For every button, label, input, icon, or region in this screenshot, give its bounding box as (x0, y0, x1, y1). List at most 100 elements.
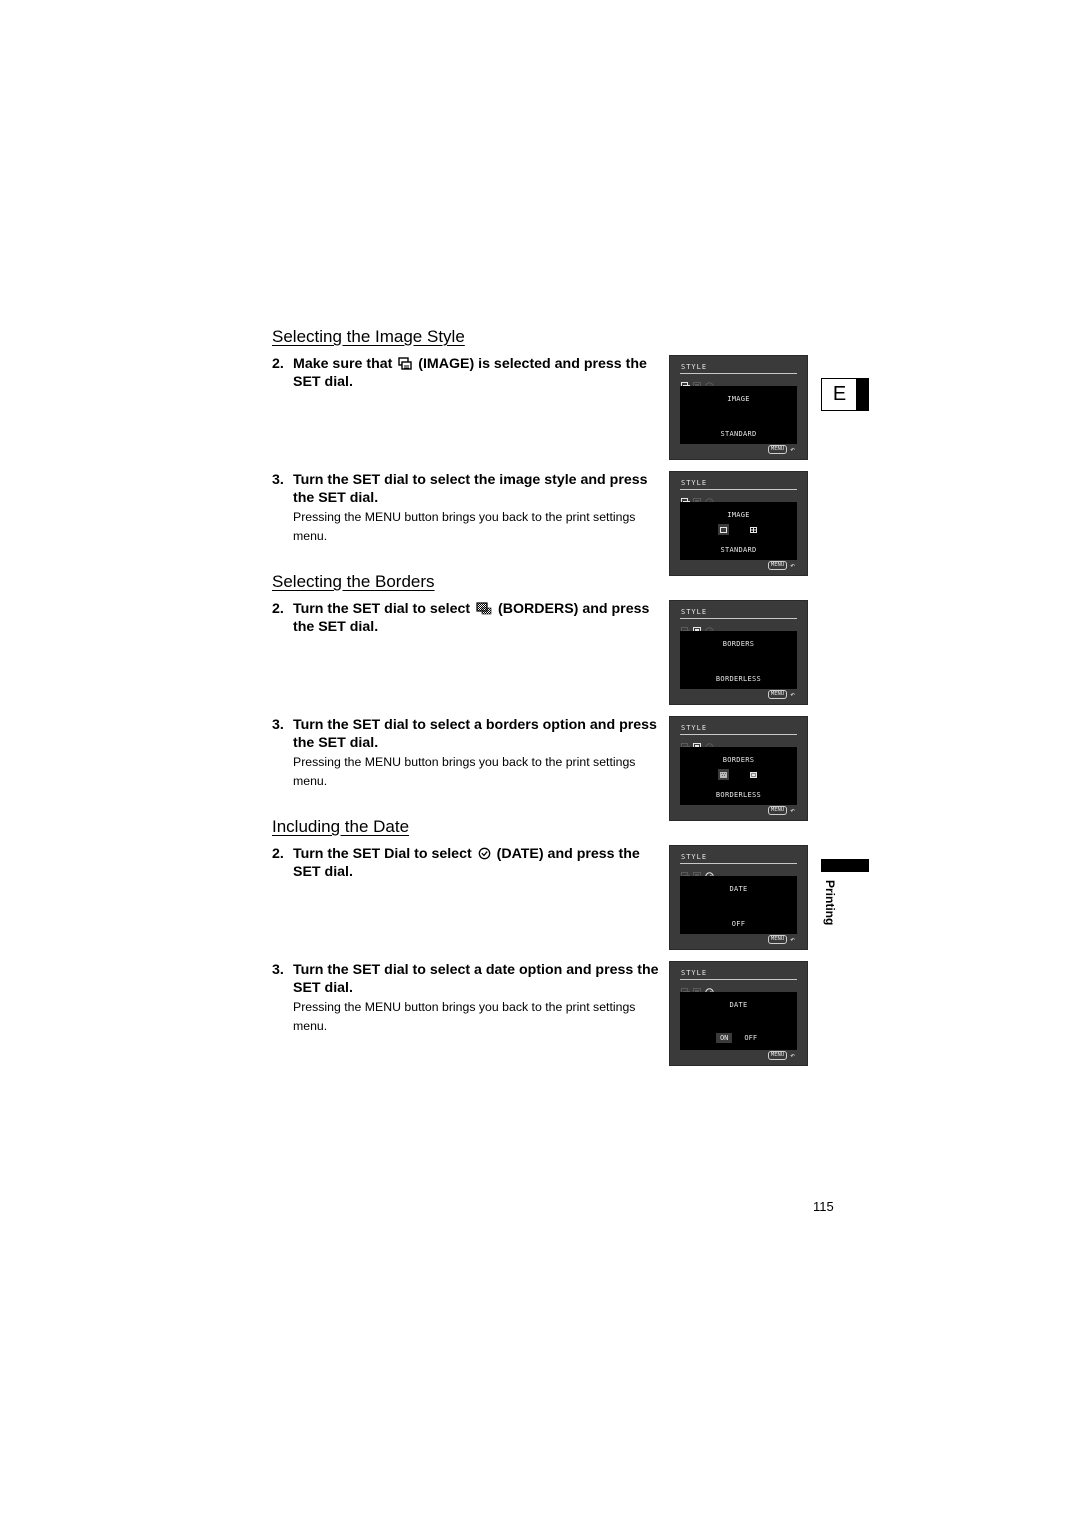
screen-panel: IMAGE STANDARD (680, 502, 797, 560)
image-style-icon (398, 357, 413, 370)
borders-icon (693, 621, 702, 636)
section-title-image-style: Selecting the Image Style (272, 327, 465, 346)
return-arrow-icon: ↶ (790, 1050, 795, 1060)
borders-icon (693, 866, 702, 881)
date-clock-icon (705, 621, 714, 636)
step-date-3: 3. Turn the SET dial to select a date op… (272, 961, 668, 1035)
grid-option-icon[interactable] (748, 524, 759, 535)
date-clock-icon (478, 847, 490, 860)
lcd-screen-date-options: STYLE DATE ON OFF MENU ↶ (669, 961, 808, 1066)
screen-title-rule (680, 734, 797, 735)
screen-title-rule (680, 863, 797, 864)
step-number: 3. (272, 962, 284, 978)
image-style-icon (681, 737, 690, 752)
lcd-screen-image-options: STYLE IMAGE STANDARD MENU ↶ (669, 471, 808, 576)
image-style-icon (681, 621, 690, 636)
return-arrow-icon: ↶ (790, 689, 795, 699)
step-text: Make sure that (IMAGE) is selected and p… (293, 355, 668, 391)
language-tab-bar (856, 379, 868, 410)
standard-frame-option-icon[interactable] (718, 524, 729, 535)
step-text-pre: Turn the SET Dial to select (293, 846, 472, 862)
screen-title: STYLE (681, 479, 708, 487)
screen-tab-icons (681, 982, 714, 997)
option-off[interactable]: OFF (740, 1033, 761, 1043)
screen-title-rule (680, 489, 797, 490)
return-arrow-icon: ↶ (790, 934, 795, 944)
step-number: 3. (272, 717, 284, 733)
step-image-3: 3. Turn the SET dial to select the image… (272, 471, 668, 545)
return-arrow-icon: ↶ (790, 560, 795, 570)
chapter-label: Printing (812, 880, 842, 940)
screen-setting-label: DATE (729, 885, 748, 893)
screen-setting-value: BORDERLESS (715, 675, 762, 683)
step-borders-3: 3. Turn the SET dial to select a borders… (272, 716, 668, 790)
screen-title-rule (680, 373, 797, 374)
step-number: 2. (272, 846, 284, 862)
step-number: 2. (272, 356, 284, 372)
screen-setting-value: BORDERLESS (715, 791, 762, 799)
image-style-icon (681, 492, 690, 507)
option-on[interactable]: ON (715, 1033, 733, 1043)
image-style-icon (681, 376, 690, 391)
screen-footer: MENU ↶ (767, 806, 795, 815)
menu-button-label: MENU (767, 561, 788, 570)
step-note: Pressing the MENU button brings you back… (293, 1000, 636, 1033)
chapter-label-text: Printing (823, 880, 837, 926)
step-borders-2: 2. Turn the SET dial to select (BORDERS)… (272, 600, 668, 636)
step-text-pre: Turn the SET dial to select (293, 601, 471, 617)
screen-title-rule (680, 979, 797, 980)
screen-footer: MENU ↶ (767, 689, 795, 699)
image-style-icon (681, 866, 690, 881)
screen-title: STYLE (681, 608, 708, 616)
lcd-screen-borders: STYLE BORDERS BORDERLESS MENU ↶ (669, 600, 808, 705)
step-text: Turn the SET dial to select (BORDERS) an… (293, 600, 668, 636)
screen-setting-value: STANDARD (720, 430, 757, 438)
date-clock-icon (705, 492, 714, 507)
screen-title-rule (680, 618, 797, 619)
screen-options (680, 769, 797, 781)
section-title-date: Including the Date (272, 817, 410, 836)
screen-panel: BORDERS BORDERLESS (680, 631, 797, 689)
screen-panel: IMAGE STANDARD (680, 386, 797, 444)
return-arrow-icon: ↶ (790, 444, 795, 454)
borders-icon (693, 982, 702, 997)
menu-button-label: MENU (767, 445, 788, 454)
screen-setting-value: STANDARD (720, 546, 757, 554)
image-style-icon (681, 982, 690, 997)
step-note: Pressing the MENU button brings you back… (293, 755, 636, 788)
screen-options (680, 524, 797, 536)
screen-setting-label: BORDERS (722, 640, 755, 648)
bordered-option-icon[interactable] (748, 769, 759, 780)
lcd-screen-borders-options: STYLE BORDERS BORDERLESS MENU ↶ (669, 716, 808, 821)
menu-button-label: MENU (767, 935, 788, 944)
screen-panel: BORDERS BORDERLESS (680, 747, 797, 805)
screen-setting-label: IMAGE (727, 395, 750, 403)
screen-panel: DATE OFF (680, 876, 797, 934)
screen-title: STYLE (681, 969, 708, 977)
screen-tab-icons (681, 492, 714, 507)
screen-setting-label: BORDERS (722, 756, 755, 764)
language-tab: E (821, 378, 869, 411)
borders-icon (476, 602, 492, 615)
screen-setting-label: IMAGE (727, 511, 750, 519)
screen-tab-icons (681, 737, 714, 752)
screen-tab-icons (681, 621, 714, 636)
step-date-2: 2. Turn the SET Dial to select (DATE) an… (272, 845, 668, 881)
section-title-borders: Selecting the Borders (272, 572, 435, 591)
date-clock-icon (705, 866, 714, 881)
step-image-2: 2. Make sure that (IMAGE) is selected an… (272, 355, 668, 391)
step-text: Turn the SET dial to select a date optio… (293, 962, 659, 996)
screen-onoff-options: ON OFF (680, 1033, 797, 1043)
lcd-screen-image: STYLE IMAGE STANDARD MENU ↶ (669, 355, 808, 460)
screen-footer: MENU ↶ (767, 444, 795, 454)
borderless-option-icon[interactable] (718, 769, 729, 780)
screen-tab-icons (681, 866, 714, 881)
screen-footer: MENU ↶ (767, 560, 795, 570)
date-clock-icon (705, 982, 714, 997)
lcd-screen-date: STYLE DATE OFF MENU ↶ (669, 845, 808, 950)
screen-footer: MENU ↶ (767, 1050, 795, 1060)
chapter-marker-bar (821, 859, 869, 872)
step-text-pre: Make sure that (293, 356, 393, 372)
menu-button-label: MENU (767, 690, 788, 699)
screen-title: STYLE (681, 363, 708, 371)
